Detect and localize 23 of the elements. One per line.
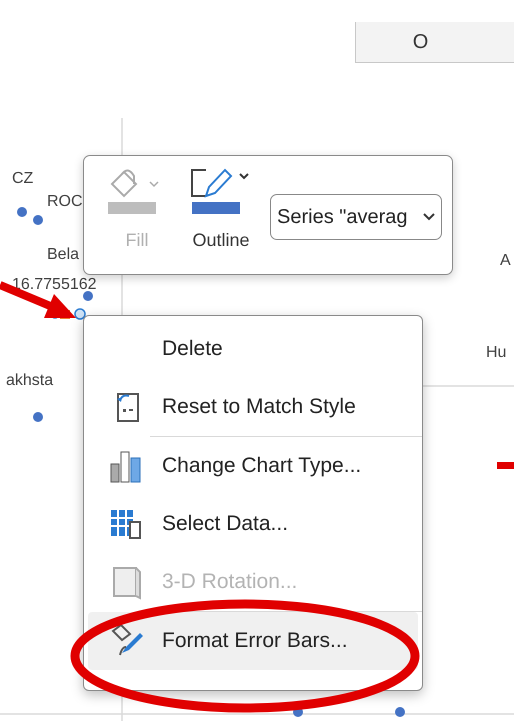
- data-label: CZ: [12, 170, 34, 188]
- chevron-down-icon: [423, 213, 435, 221]
- column-header[interactable]: O: [355, 22, 514, 63]
- data-label: ROC: [47, 193, 83, 211]
- data-label: Bela: [47, 246, 80, 264]
- menu-item[interactable]: Reset to Match Style: [88, 378, 418, 436]
- menu-item[interactable]: Select Data...: [88, 495, 418, 553]
- outline-button[interactable]: Outline: [182, 166, 260, 251]
- dash-mark: [497, 462, 514, 469]
- data-point: [33, 412, 43, 422]
- data-label: Hu: [486, 344, 506, 362]
- data-label: akhsta: [6, 372, 54, 390]
- data-point: [33, 215, 43, 225]
- data-point: [17, 207, 27, 217]
- data-label: 16.7755162: [12, 276, 97, 294]
- menu-item[interactable]: Delete: [88, 320, 418, 378]
- data-point: [293, 707, 303, 717]
- menu-item[interactable]: Format Error Bars...: [88, 612, 418, 670]
- data-point: [83, 291, 93, 301]
- chart-element-dropdown[interactable]: Series "averag: [270, 194, 442, 240]
- data-point: [395, 707, 405, 717]
- data-label: A: [500, 252, 511, 270]
- menu-item[interactable]: Change Chart Type...: [88, 437, 418, 495]
